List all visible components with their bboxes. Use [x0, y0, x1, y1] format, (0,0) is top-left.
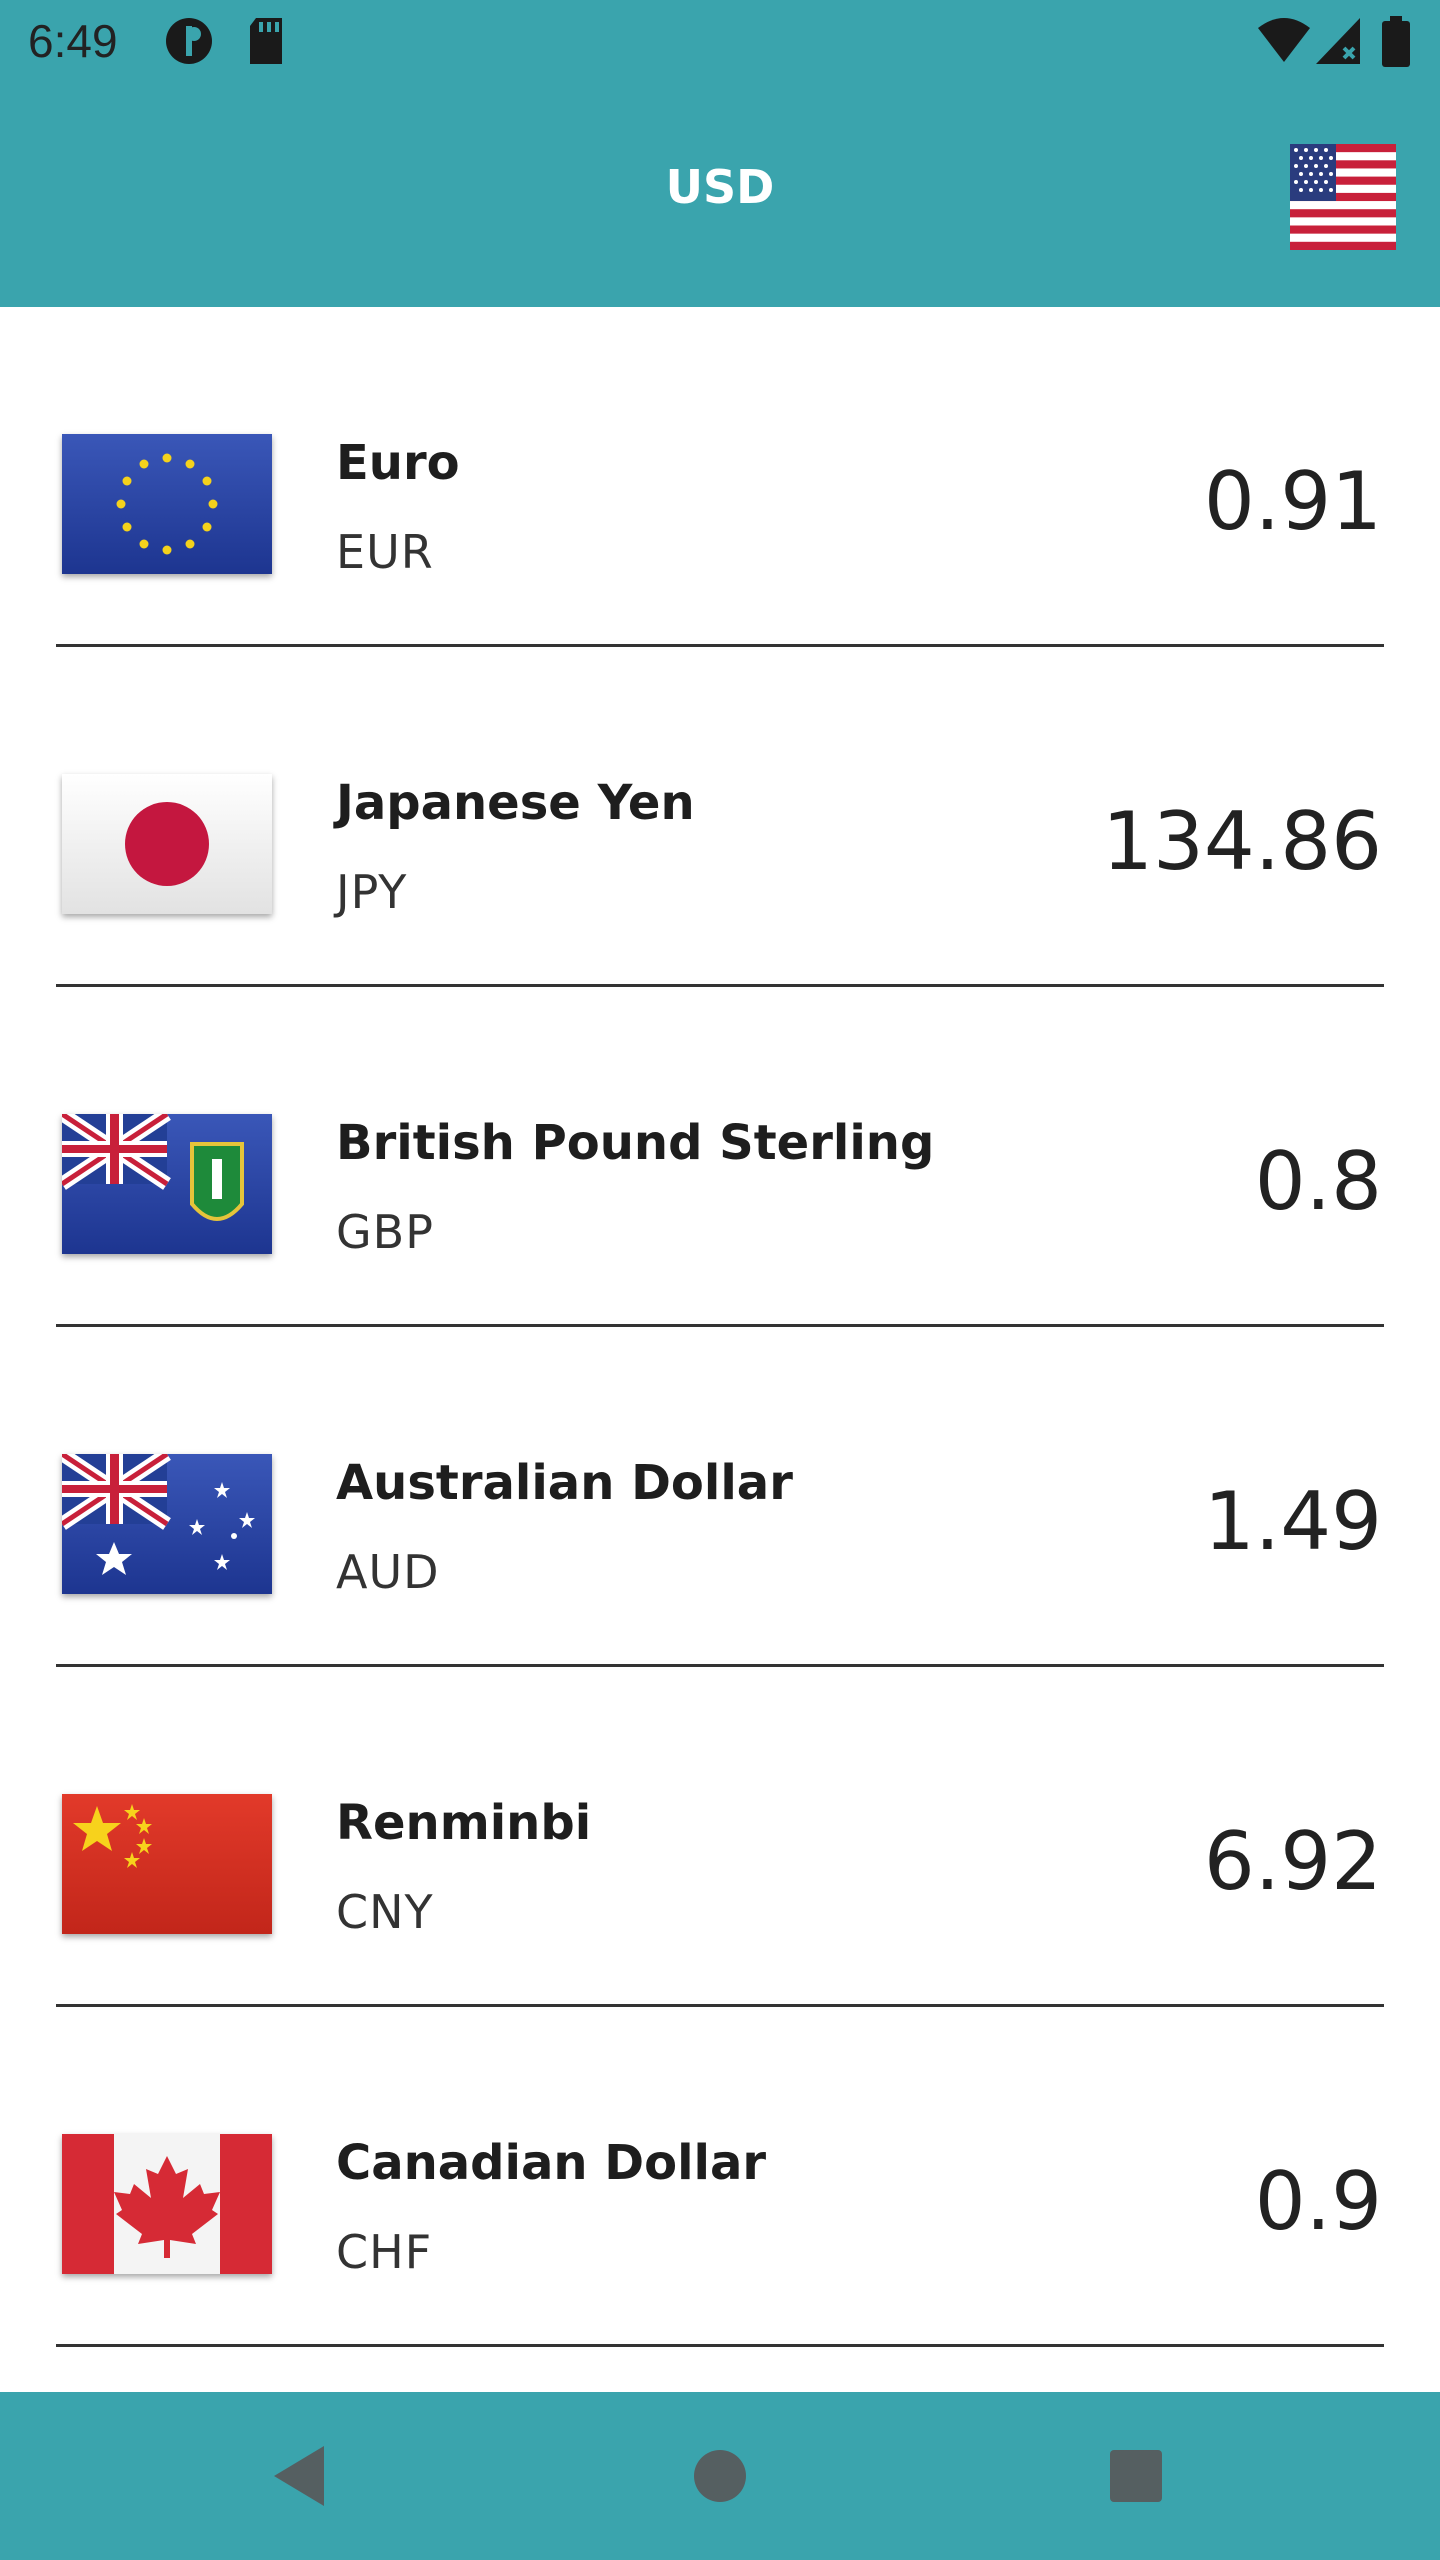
currency-name: Renminbi: [336, 1795, 592, 1851]
currency-code: GBP: [336, 1205, 434, 1259]
currency-code: CHF: [336, 2225, 433, 2279]
currency-code: JPY: [336, 865, 408, 919]
currency-code: EUR: [336, 525, 434, 579]
currency-row-aud[interactable]: Australian Dollar AUD 1.49: [0, 1327, 1440, 1667]
currency-rate: 0.91: [1203, 455, 1382, 548]
recents-icon[interactable]: [1096, 2436, 1176, 2516]
currency-rate: 0.9: [1254, 2155, 1382, 2248]
home-icon[interactable]: [680, 2436, 760, 2516]
us-flag-icon[interactable]: [1290, 144, 1396, 250]
currency-name: Euro: [336, 435, 460, 491]
currency-list: Euro EUR 0.91 Japanese Yen JPY 134.86 Br…: [0, 307, 1440, 2347]
app-notification-icon: [166, 18, 212, 64]
british-virgin-islands-flag-icon: [62, 1114, 272, 1254]
currency-row-jpy[interactable]: Japanese Yen JPY 134.86: [0, 647, 1440, 987]
cell-signal-icon: [1316, 18, 1360, 64]
currency-name: Australian Dollar: [336, 1455, 793, 1511]
eu-flag-icon: [62, 434, 272, 574]
currency-row-cny[interactable]: Renminbi CNY 6.92: [0, 1667, 1440, 2007]
wifi-icon: [1258, 18, 1310, 62]
currency-code: AUD: [336, 1545, 440, 1599]
currency-name: British Pound Sterling: [336, 1115, 935, 1171]
row-divider: [56, 2344, 1384, 2347]
currency-rate: 134.86: [1102, 795, 1382, 888]
currency-row-eur[interactable]: Euro EUR 0.91: [0, 307, 1440, 647]
status-bar: 6:49: [0, 0, 1440, 84]
currency-name: Japanese Yen: [336, 775, 695, 831]
navigation-bar: [0, 2392, 1440, 2560]
battery-icon: [1382, 16, 1410, 67]
back-icon[interactable]: [262, 2436, 342, 2516]
currency-row-gbp[interactable]: British Pound Sterling GBP 0.8: [0, 987, 1440, 1327]
currency-row-cad[interactable]: Canadian Dollar CHF 0.9: [0, 2007, 1440, 2347]
currency-name: Canadian Dollar: [336, 2135, 767, 2191]
currency-code: CNY: [336, 1885, 434, 1939]
currency-rate: 1.49: [1203, 1475, 1382, 1568]
status-time: 6:49: [28, 15, 118, 67]
app-bar: USD: [0, 84, 1440, 307]
japan-flag-icon: [62, 774, 272, 914]
currency-rate: 0.8: [1254, 1135, 1382, 1228]
canada-flag-icon: [62, 2134, 272, 2274]
sd-card-icon: [250, 18, 282, 64]
australia-flag-icon: [62, 1454, 272, 1594]
china-flag-icon: [62, 1794, 272, 1934]
base-currency-title: USD: [665, 160, 775, 214]
currency-rate: 6.92: [1203, 1815, 1382, 1908]
